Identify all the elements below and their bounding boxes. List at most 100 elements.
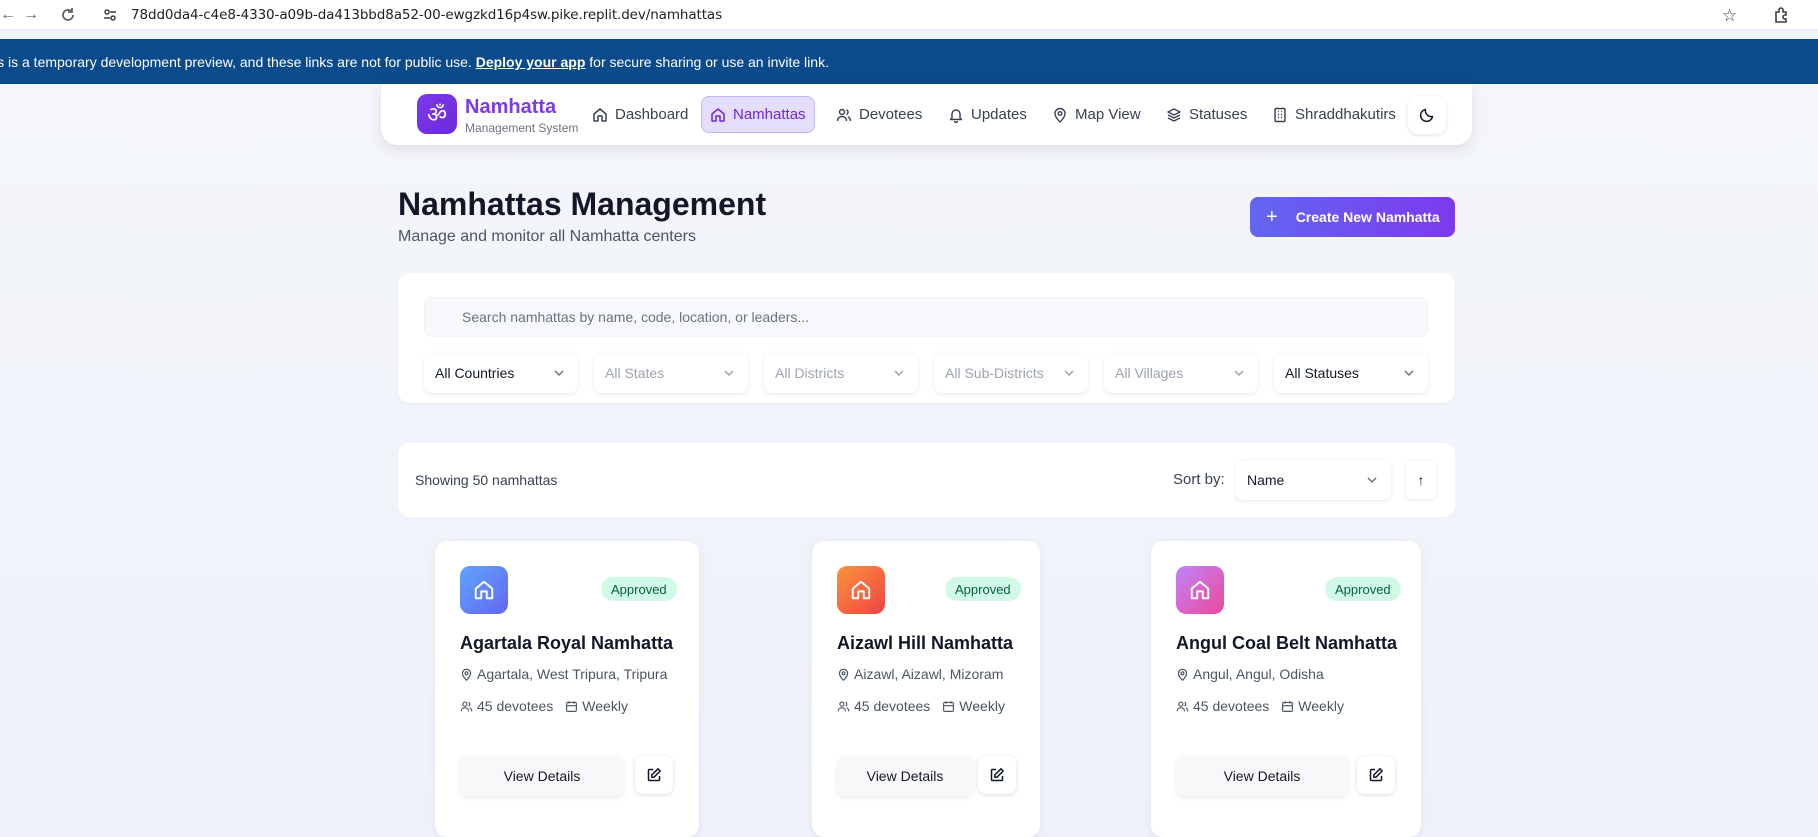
- map-pin-icon: [838, 668, 849, 681]
- nav-dashboard[interactable]: Dashboard: [584, 96, 696, 133]
- card-location: Angul, Angul, Odisha: [1176, 666, 1324, 682]
- meeting-frequency: Weekly: [1298, 698, 1344, 714]
- sort-label: Sort by:: [1173, 471, 1225, 488]
- nav-namhattas[interactable]: Namhattas: [701, 96, 815, 133]
- bell-icon: [949, 108, 963, 123]
- nav-updates[interactable]: Updates: [940, 96, 1035, 133]
- nav-label: Statuses: [1189, 106, 1248, 123]
- district-select[interactable]: All Districts: [764, 353, 918, 393]
- users-icon: [837, 700, 850, 711]
- results-bar: Showing 50 namhattas Sort by: Name ↑: [398, 443, 1455, 517]
- country-select[interactable]: All Countries: [424, 353, 578, 393]
- status-badge: Approved: [1325, 577, 1401, 601]
- namhatta-home-icon: [837, 566, 885, 614]
- om-logo-icon[interactable]: ॐ: [417, 94, 457, 134]
- chevron-down-icon: [894, 370, 904, 377]
- sort-direction-button[interactable]: ↑: [1406, 461, 1436, 499]
- sub-district-select[interactable]: All Sub-Districts: [934, 353, 1088, 393]
- card-title[interactable]: Aizawl Hill Namhatta: [837, 633, 1013, 654]
- moon-icon: [1419, 108, 1434, 123]
- edit-icon: [647, 768, 661, 782]
- select-value: All Statuses: [1285, 365, 1359, 381]
- browser-toolbar: ← → 78dd0da4-c4e8-4330-a09b-da413bbd8a52…: [0, 0, 1818, 30]
- brand-subtitle: Management System: [465, 121, 579, 135]
- view-details-button[interactable]: View Details: [837, 756, 973, 796]
- results-count: Showing 50 namhattas: [415, 472, 558, 488]
- devotee-count: 45 devotees: [1193, 698, 1270, 714]
- devotee-count: 45 devotees: [854, 698, 931, 714]
- calendar-icon: [566, 700, 578, 712]
- chevron-down-icon: [724, 370, 734, 377]
- nav-label: Shraddhakutirs: [1295, 106, 1396, 123]
- top-navbar: ॐ Namhatta Management System Dashboard N…: [381, 84, 1472, 145]
- chevron-down-icon: [554, 370, 564, 377]
- location-text: Agartala, West Tripura, Tripura: [477, 666, 668, 682]
- theme-toggle-button[interactable]: [1408, 96, 1446, 134]
- edit-button[interactable]: [635, 756, 673, 794]
- preview-banner: is is a temporary development preview, a…: [0, 39, 1818, 84]
- filter-panel: All Countries All States All Districts A…: [398, 273, 1455, 403]
- nav-devotees[interactable]: Devotees: [828, 96, 930, 133]
- bookmark-star-icon[interactable]: ☆: [1722, 6, 1737, 26]
- create-namhatta-button[interactable]: + Create New Namhatta: [1250, 197, 1455, 237]
- view-details-button[interactable]: View Details: [460, 756, 624, 796]
- state-select[interactable]: All States: [594, 353, 748, 393]
- edit-button[interactable]: [978, 756, 1016, 794]
- search-input[interactable]: [424, 297, 1428, 337]
- home-icon: [593, 107, 607, 122]
- view-details-button[interactable]: View Details: [1176, 756, 1348, 796]
- village-select[interactable]: All Villages: [1104, 353, 1258, 393]
- nav-label: Namhattas: [733, 106, 806, 123]
- plus-icon: +: [1266, 205, 1278, 228]
- status-badge: Approved: [945, 577, 1021, 601]
- card-title[interactable]: Agartala Royal Namhatta: [460, 633, 673, 654]
- address-bar[interactable]: 78dd0da4-c4e8-4330-a09b-da413bbd8a52-00-…: [131, 7, 722, 23]
- card-meta: 45 devotees Weekly: [837, 698, 1017, 714]
- reload-icon[interactable]: [60, 7, 76, 23]
- chevron-down-icon: [1404, 370, 1414, 377]
- create-button-label: Create New Namhatta: [1295, 209, 1440, 225]
- edit-button[interactable]: [1357, 756, 1395, 794]
- namhatta-card: Approved Agartala Royal Namhatta Agartal…: [435, 541, 699, 837]
- card-location: Aizawl, Aizawl, Mizoram: [837, 666, 1003, 682]
- map-pin-icon: [1054, 107, 1066, 123]
- sort-value: Name: [1247, 472, 1285, 488]
- select-value: All Villages: [1115, 365, 1184, 381]
- page-subtitle: Manage and monitor all Namhatta centers: [398, 228, 696, 245]
- namhatta-home-icon: [460, 566, 508, 614]
- map-pin-icon: [1177, 668, 1188, 681]
- users-icon: [460, 700, 473, 711]
- nav-label: Dashboard: [615, 106, 689, 123]
- page-title: Namhattas Management: [398, 186, 767, 222]
- meeting-frequency: Weekly: [582, 698, 628, 714]
- brand-title[interactable]: Namhatta: [465, 96, 556, 119]
- card-location: Agartala, West Tripura, Tripura: [460, 666, 667, 682]
- card-meta: 45 devotees Weekly: [460, 698, 640, 714]
- calendar-icon: [943, 700, 955, 712]
- users-icon: [836, 108, 852, 121]
- card-title[interactable]: Angul Coal Belt Namhatta: [1176, 633, 1397, 654]
- banner-text: is is a temporary development preview, a…: [0, 54, 472, 70]
- sort-select[interactable]: Name: [1235, 460, 1391, 500]
- location-text: Aizawl, Aizawl, Mizoram: [854, 666, 1004, 682]
- nav-statuses[interactable]: Statuses: [1158, 96, 1255, 133]
- building-icon: [1274, 107, 1286, 122]
- back-icon[interactable]: ←: [0, 6, 16, 24]
- nav-map-view[interactable]: Map View: [1044, 96, 1149, 133]
- namhatta-home-icon: [1176, 566, 1224, 614]
- nav-label: Updates: [971, 106, 1027, 123]
- edit-icon: [1369, 768, 1383, 782]
- nav-label: Devotees: [859, 106, 923, 123]
- status-select[interactable]: All Statuses: [1274, 353, 1428, 393]
- devotee-count: 45 devotees: [477, 698, 554, 714]
- app-main: ॐ Namhatta Management System Dashboard N…: [0, 84, 1818, 837]
- deploy-link[interactable]: Deploy your app: [476, 54, 586, 70]
- layers-icon: [1167, 107, 1181, 122]
- extensions-icon[interactable]: [1772, 5, 1792, 25]
- forward-icon[interactable]: →: [23, 6, 39, 24]
- home-icon: [711, 107, 725, 122]
- namhatta-card: Approved Angul Coal Belt Namhatta Angul,…: [1151, 541, 1421, 837]
- meeting-frequency: Weekly: [959, 698, 1005, 714]
- nav-shraddhakutirs[interactable]: Shraddhakutirs: [1264, 96, 1404, 133]
- site-settings-icon[interactable]: [102, 7, 118, 23]
